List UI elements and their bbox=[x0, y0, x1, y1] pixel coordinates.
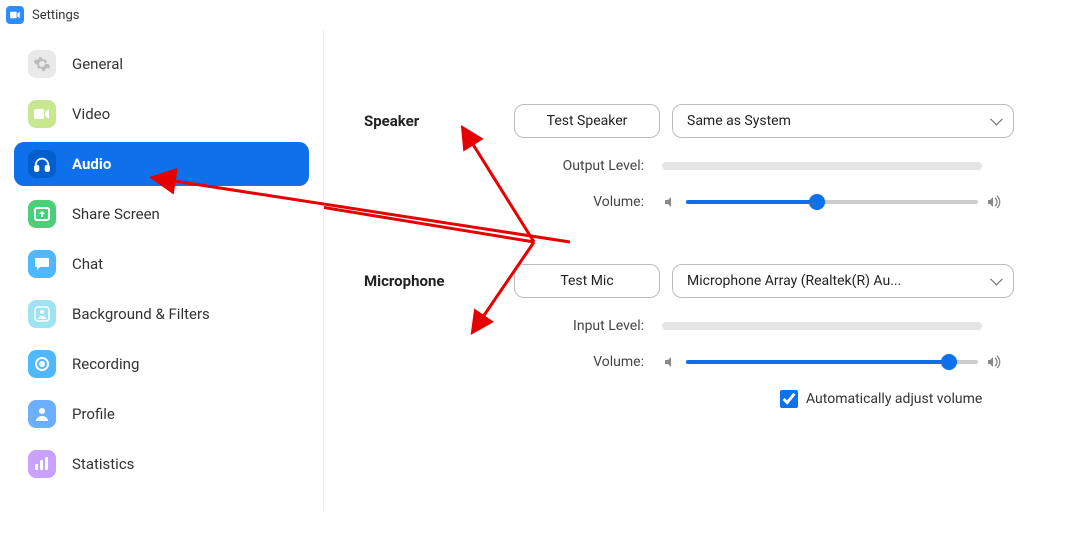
speaker-heading: Speaker bbox=[364, 104, 514, 210]
content-pane: Speaker Test Speaker Same as System Outp… bbox=[324, 30, 1080, 511]
speaker-section: Speaker Test Speaker Same as System Outp… bbox=[364, 104, 1060, 210]
volume-low-icon bbox=[662, 194, 678, 210]
microphone-heading: Microphone bbox=[364, 264, 514, 408]
auto-adjust-volume-label[interactable]: Automatically adjust volume bbox=[806, 391, 982, 407]
sidebar-item-label: Share Screen bbox=[72, 205, 160, 223]
sidebar-item-share-screen[interactable]: Share Screen bbox=[14, 192, 309, 236]
background-filters-icon bbox=[28, 300, 56, 328]
output-level-label: Output Level: bbox=[514, 158, 644, 174]
test-speaker-button[interactable]: Test Speaker bbox=[514, 104, 660, 138]
sidebar-item-statistics[interactable]: Statistics bbox=[14, 442, 309, 486]
recording-icon bbox=[28, 350, 56, 378]
sidebar-item-video[interactable]: Video bbox=[14, 92, 309, 136]
input-level-label: Input Level: bbox=[514, 318, 644, 334]
share-screen-icon bbox=[28, 200, 56, 228]
sidebar-item-chat[interactable]: Chat bbox=[14, 242, 309, 286]
sidebar-item-general[interactable]: General bbox=[14, 42, 309, 86]
output-level-meter bbox=[662, 162, 982, 170]
microphone-section: Microphone Test Mic Microphone Array (Re… bbox=[364, 264, 1060, 408]
video-icon bbox=[28, 100, 56, 128]
sidebar-item-profile[interactable]: Profile bbox=[14, 392, 309, 436]
sidebar-item-label: General bbox=[72, 55, 123, 73]
title-bar: Settings bbox=[0, 0, 1080, 30]
test-mic-button[interactable]: Test Mic bbox=[514, 264, 660, 298]
speaker-device-label: Same as System bbox=[687, 113, 791, 129]
sidebar-item-label: Background & Filters bbox=[72, 305, 210, 323]
sidebar-item-label: Profile bbox=[72, 405, 115, 423]
sidebar-item-label: Chat bbox=[72, 255, 103, 273]
sidebar-item-label: Audio bbox=[72, 155, 111, 173]
microphone-device-label: Microphone Array (Realtek(R) Au... bbox=[687, 273, 901, 289]
sidebar-item-recording[interactable]: Recording bbox=[14, 342, 309, 386]
speaker-volume-slider[interactable] bbox=[686, 194, 978, 210]
chat-icon bbox=[28, 250, 56, 278]
volume-high-icon bbox=[986, 194, 1002, 210]
microphone-device-select[interactable]: Microphone Array (Realtek(R) Au... bbox=[672, 264, 1014, 298]
auto-adjust-volume-checkbox[interactable] bbox=[780, 390, 798, 408]
speaker-device-select[interactable]: Same as System bbox=[672, 104, 1014, 138]
microphone-volume-label: Volume: bbox=[514, 354, 644, 370]
sidebar-item-label: Statistics bbox=[72, 455, 134, 473]
headphones-icon bbox=[28, 150, 56, 178]
input-level-meter bbox=[662, 322, 982, 330]
microphone-volume-slider[interactable] bbox=[686, 354, 978, 370]
sidebar-item-label: Video bbox=[72, 105, 110, 123]
sidebar-item-label: Recording bbox=[72, 355, 139, 373]
statistics-icon bbox=[28, 450, 56, 478]
sidebar-item-background-filters[interactable]: Background & Filters bbox=[14, 292, 309, 336]
gear-icon bbox=[28, 50, 56, 78]
sidebar-item-audio[interactable]: Audio bbox=[14, 142, 309, 186]
volume-low-icon bbox=[662, 354, 678, 370]
window-title: Settings bbox=[32, 8, 79, 23]
speaker-volume-label: Volume: bbox=[514, 194, 644, 210]
sidebar: General Video Audio Share Screen Chat bbox=[0, 30, 324, 511]
zoom-logo-icon bbox=[6, 6, 24, 24]
volume-high-icon bbox=[986, 354, 1002, 370]
profile-icon bbox=[28, 400, 56, 428]
